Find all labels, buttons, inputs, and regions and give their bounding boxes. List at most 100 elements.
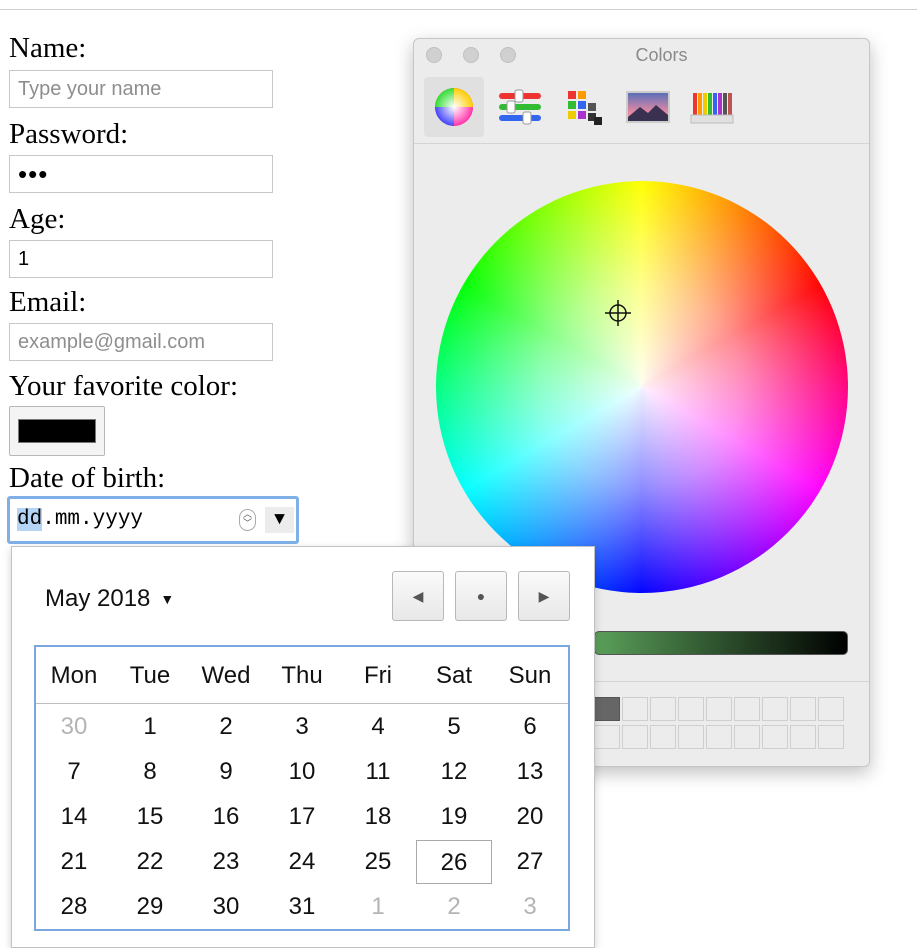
weekday-wed: Wed [201,662,251,689]
tab-color-wheel[interactable] [424,77,484,137]
swatch-cell[interactable] [734,725,760,749]
swatch-cell[interactable] [706,725,732,749]
calendar-day[interactable]: 8 [112,750,188,794]
caret-down-icon: ▼ [274,510,285,530]
colors-toolbar [414,71,869,144]
calendar-day[interactable]: 13 [492,750,568,794]
calendar-day[interactable]: 2 [188,705,264,749]
swatch-cell[interactable] [734,697,760,721]
calendar-day[interactable]: 15 [112,795,188,839]
calendar-day[interactable]: 18 [340,795,416,839]
date-text: dd.mm.yyyy [17,508,143,531]
calendar-day[interactable]: 19 [416,795,492,839]
previous-month-button[interactable]: ◀ [392,571,444,621]
swatch-cell[interactable] [678,725,704,749]
name-input[interactable]: Type your name [9,70,273,108]
swatch-cell[interactable] [790,697,816,721]
weekday-sat: Sat [435,662,473,689]
date-stepper[interactable]: ︿ ﹀ [239,509,256,531]
calendar-day[interactable]: 21 [36,840,112,884]
calendar-dropdown-button[interactable]: ▼ [265,507,294,533]
color-wheel-saturation [436,181,848,593]
tab-color-palettes[interactable] [554,77,614,137]
calendar-day[interactable]: 7 [36,750,112,794]
swatch-cell[interactable] [706,697,732,721]
calendar-day[interactable]: 4 [340,705,416,749]
calendar-day[interactable]: 11 [340,750,416,794]
tab-image-palettes[interactable] [618,77,678,137]
color-picker-input[interactable] [9,406,105,456]
calendar-day[interactable]: 1 [340,885,416,929]
triangle-left-icon: ◀ [412,587,424,604]
calendar-day[interactable]: 20 [492,795,568,839]
calendar-popup: May 2018 ▼ ◀ ● ▶ Mon Tue Wed Thu Fri Sat Sun 3… [11,546,595,948]
calendar-day[interactable]: 25 [340,840,416,884]
swatch-cell[interactable] [762,697,788,721]
swatch-cell[interactable] [594,697,620,721]
next-month-button[interactable]: ▶ [518,571,570,621]
calendar-day[interactable]: 17 [264,795,340,839]
calendar-day[interactable]: 30 [36,705,112,749]
calendar-day[interactable]: 31 [264,885,340,929]
day-segment[interactable]: dd [17,508,43,531]
crosshair-icon[interactable] [603,298,633,328]
month-year-selector[interactable]: May 2018 ▼ [45,585,174,613]
calendar-day[interactable]: 22 [112,840,188,884]
calendar-day[interactable]: 5 [416,705,492,749]
pencils-icon [690,93,734,124]
today-button[interactable]: ● [455,571,507,621]
calendar-day[interactable]: 24 [264,840,340,884]
calendar-day-today[interactable]: 26 [416,840,492,884]
chevron-down-icon[interactable]: ﹀ [243,520,252,529]
weekday-thu: Thu [281,662,323,689]
calendar-day[interactable]: 9 [188,750,264,794]
color-wheel[interactable] [436,181,848,593]
age-input[interactable]: 1 [9,240,273,278]
calendar-day[interactable]: 27 [492,840,568,884]
calendar-day[interactable]: 1 [112,705,188,749]
calendar-day[interactable]: 23 [188,840,264,884]
calendar-day[interactable]: 29 [112,885,188,929]
top-divider [0,9,917,10]
sliders-icon [499,89,541,125]
swatch-cell[interactable] [650,725,676,749]
swatch-cell[interactable] [762,725,788,749]
swatch-cell[interactable] [678,697,704,721]
caret-down-icon: ▼ [160,591,175,607]
swatch-cell[interactable] [818,697,844,721]
swatch-cell[interactable] [622,697,648,721]
calendar-day[interactable]: 10 [264,750,340,794]
calendar-day[interactable]: 30 [188,885,264,929]
calendar-day[interactable]: 2 [416,885,492,929]
color-swatch [18,419,96,443]
tab-pencils[interactable] [682,77,742,137]
swatch-cell[interactable] [622,725,648,749]
calendar-day[interactable]: 16 [188,795,264,839]
calendar-day[interactable]: 6 [492,705,568,749]
color-wheel-icon [435,88,473,126]
swatch-cell[interactable] [818,725,844,749]
calendar-day[interactable]: 3 [264,705,340,749]
calendar-day[interactable]: 14 [36,795,112,839]
colors-titlebar[interactable]: Colors [414,39,869,71]
date-of-birth-input[interactable]: dd.mm.yyyy ︿ ﹀ ▼ [7,496,299,544]
image-icon [626,91,670,123]
color-label: Your favorite color: [9,370,239,402]
age-label: Age: [9,203,66,235]
email-input[interactable]: example@gmail.com [9,323,273,361]
triangle-right-icon: ▶ [538,587,550,604]
calendar-day[interactable]: 28 [36,885,112,929]
calendar-day[interactable]: 12 [416,750,492,794]
month-year-label: May 2018 [45,585,151,612]
brightness-slider[interactable] [594,631,848,655]
dob-label: Date of birth: [9,462,166,494]
swatch-cell[interactable] [790,725,816,749]
calendar-day[interactable]: 3 [492,885,568,929]
month-year-segment[interactable]: .mm.yyyy [42,508,143,531]
tab-color-sliders[interactable] [490,77,550,137]
swatch-cell[interactable] [650,697,676,721]
password-input[interactable]: ••• [9,155,273,193]
name-label: Name: [9,32,87,64]
calendar-grid: Mon Tue Wed Thu Fri Sat Sun 30 1 2 3 4 5 6 7 8 9 10 11 12 1… [34,645,570,931]
swatch-cell[interactable] [594,725,620,749]
